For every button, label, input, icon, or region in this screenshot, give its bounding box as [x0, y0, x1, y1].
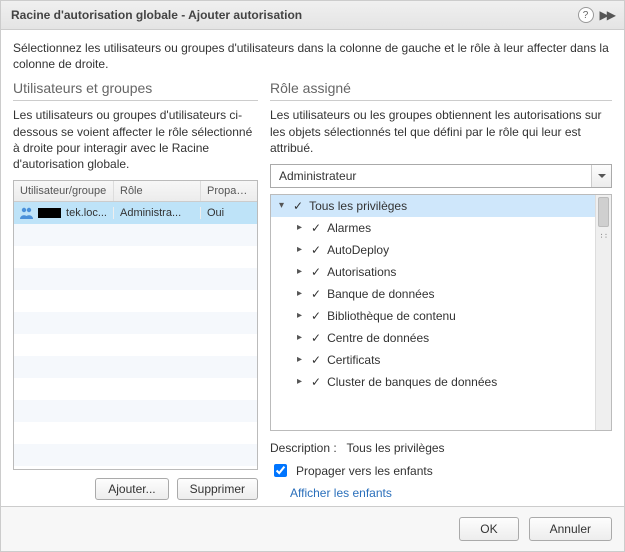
- tree-item[interactable]: ▸ ✓ Certificats: [271, 349, 595, 371]
- chevron-right-icon[interactable]: ▸: [297, 376, 305, 387]
- checkmark-icon: ✓: [311, 353, 321, 367]
- table-row[interactable]: [14, 312, 257, 334]
- tree-item-label: Autorisations: [327, 265, 396, 279]
- dialog: Racine d'autorisation globale - Ajouter …: [0, 0, 625, 552]
- ok-button[interactable]: OK: [459, 517, 518, 541]
- remove-button[interactable]: Supprimer: [177, 478, 258, 500]
- table-row[interactable]: [14, 224, 257, 246]
- tree-item-label: Alarmes: [327, 221, 371, 235]
- role-select-value: Administrateur: [271, 165, 591, 187]
- show-children-link[interactable]: Afficher les enfants: [290, 486, 392, 500]
- checkmark-icon: ✓: [311, 265, 321, 279]
- checkmark-icon: ✓: [311, 221, 321, 235]
- tree-item[interactable]: ▸ ✓ AutoDeploy: [271, 239, 595, 261]
- propagate-checkbox[interactable]: [274, 464, 287, 477]
- redacted: [38, 208, 61, 218]
- tree-item-label: Banque de données: [327, 287, 434, 301]
- description-value: Tous les privilèges: [347, 441, 445, 455]
- table-row[interactable]: [14, 378, 257, 400]
- table-body[interactable]: tek.loc... Administra...Oui: [14, 202, 257, 469]
- col-propagate[interactable]: Propager: [201, 181, 257, 201]
- chevron-right-icon[interactable]: ▸: [297, 222, 305, 233]
- users-table: Utilisateur/groupe Rôle Propager tek.loc…: [13, 180, 258, 470]
- scrollbar-grip-icon: ::: [598, 233, 609, 239]
- right-desc: Les utilisateurs ou les groupes obtienne…: [270, 107, 612, 156]
- add-button[interactable]: Ajouter...: [95, 478, 168, 500]
- role-select[interactable]: Administrateur: [270, 164, 612, 188]
- tree-item[interactable]: ▸ ✓ Banque de données: [271, 283, 595, 305]
- cancel-button[interactable]: Annuler: [529, 517, 612, 541]
- tree-item[interactable]: ▸ ✓ Bibliothèque de contenu: [271, 305, 595, 327]
- table-row[interactable]: [14, 246, 257, 268]
- table-header: Utilisateur/groupe Rôle Propager: [14, 181, 257, 202]
- dialog-title: Racine d'autorisation globale - Ajouter …: [11, 8, 302, 22]
- role-cell: Administra...: [114, 207, 201, 219]
- table-row[interactable]: [14, 290, 257, 312]
- checkmark-icon: ✓: [311, 375, 321, 389]
- left-desc: Les utilisateurs ou groupes d'utilisateu…: [13, 107, 258, 172]
- tree-item[interactable]: ▸ ✓ Cluster de banques de données: [271, 371, 595, 393]
- tree-scroll[interactable]: ▾ ✓ Tous les privilèges ▸ ✓ Alarmes ▸ ✓ AutoDepl…: [271, 195, 595, 430]
- tree-item-label: Bibliothèque de contenu: [327, 309, 456, 323]
- table-row[interactable]: [14, 356, 257, 378]
- checkmark-icon: ✓: [293, 199, 303, 213]
- description-row: Description : Tous les privilèges: [270, 431, 612, 455]
- chevron-right-icon[interactable]: ▸: [297, 310, 305, 321]
- expand-icon[interactable]: ▶▶: [600, 8, 614, 22]
- left-heading: Utilisateurs et groupes: [13, 80, 258, 101]
- privileges-tree: ▾ ✓ Tous les privilèges ▸ ✓ Alarmes ▸ ✓ AutoDepl…: [270, 194, 612, 431]
- table-row[interactable]: [14, 268, 257, 290]
- chevron-down-icon[interactable]: [591, 165, 611, 187]
- scrollbar-thumb[interactable]: [598, 197, 609, 227]
- users-icon: [20, 207, 34, 219]
- titlebar: Racine d'autorisation globale - Ajouter …: [1, 1, 624, 30]
- right-heading: Rôle assigné: [270, 80, 612, 101]
- table-row[interactable]: tek.loc... Administra...Oui: [14, 202, 257, 224]
- description-label: Description :: [270, 441, 337, 455]
- chevron-right-icon[interactable]: ▸: [297, 288, 305, 299]
- chevron-right-icon[interactable]: ▸: [297, 266, 305, 277]
- tree-item-label: AutoDeploy: [327, 243, 389, 257]
- tree-item-label: Cluster de banques de données: [327, 375, 497, 389]
- chevron-down-icon[interactable]: ▾: [279, 200, 287, 211]
- checkmark-icon: ✓: [311, 243, 321, 257]
- footer: OK Annuler: [1, 506, 624, 551]
- help-icon[interactable]: ?: [578, 7, 594, 23]
- propagate-row: Propager vers les enfants: [270, 455, 612, 480]
- intro-text: Sélectionnez les utilisateurs ou groupes…: [1, 30, 624, 80]
- tree-item[interactable]: ▸ ✓ Alarmes: [271, 217, 595, 239]
- tree-item-label: Certificats: [327, 353, 380, 367]
- propagate-label[interactable]: Propager vers les enfants: [296, 464, 433, 478]
- chevron-right-icon[interactable]: ▸: [297, 244, 305, 255]
- tree-item-label: Tous les privilèges: [309, 199, 407, 213]
- table-row[interactable]: [14, 444, 257, 466]
- table-row[interactable]: [14, 334, 257, 356]
- table-row[interactable]: [14, 422, 257, 444]
- tree-item-label: Centre de données: [327, 331, 429, 345]
- user-cell: tek.loc...: [66, 207, 107, 219]
- col-user[interactable]: Utilisateur/groupe: [14, 181, 114, 201]
- chevron-right-icon[interactable]: ▸: [297, 354, 305, 365]
- tree-item[interactable]: ▾ ✓ Tous les privilèges: [271, 195, 595, 217]
- checkmark-icon: ✓: [311, 287, 321, 301]
- tree-item[interactable]: ▸ ✓ Autorisations: [271, 261, 595, 283]
- propagate-cell: Oui: [201, 207, 257, 219]
- checkmark-icon: ✓: [311, 331, 321, 345]
- checkmark-icon: ✓: [311, 309, 321, 323]
- chevron-right-icon[interactable]: ▸: [297, 332, 305, 343]
- table-row[interactable]: [14, 400, 257, 422]
- tree-item[interactable]: ▸ ✓ Centre de données: [271, 327, 595, 349]
- scrollbar[interactable]: ::: [595, 195, 611, 430]
- col-role[interactable]: Rôle: [114, 181, 201, 201]
